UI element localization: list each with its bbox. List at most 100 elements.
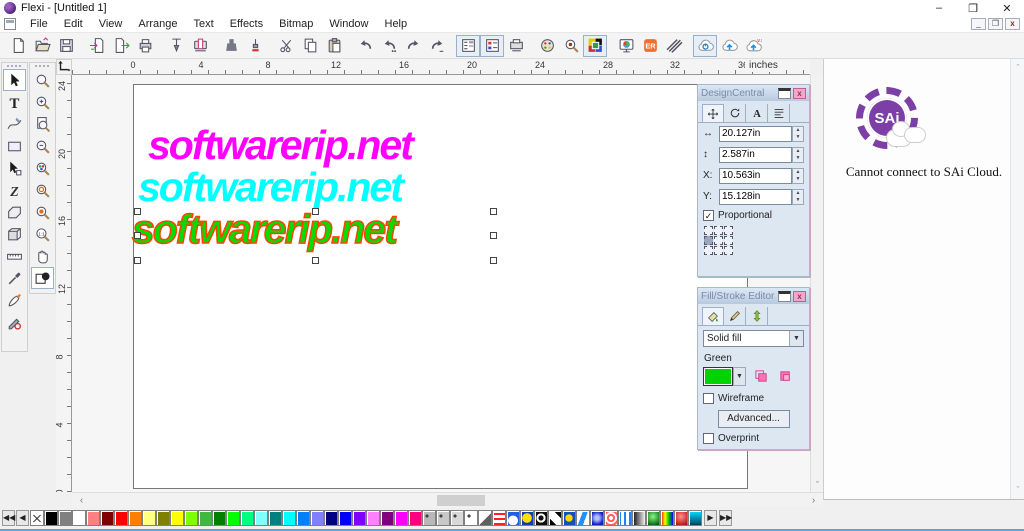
- color-swatch[interactable]: [618, 510, 632, 526]
- selection-handle[interactable]: [134, 208, 141, 215]
- color-swatch[interactable]: [324, 510, 338, 526]
- ref-cell[interactable]: [724, 226, 733, 235]
- panel-close-icon[interactable]: x: [793, 290, 806, 302]
- color-swatch[interactable]: [366, 510, 380, 526]
- selection-handle[interactable]: [490, 208, 497, 215]
- color-swatch[interactable]: [254, 510, 268, 526]
- knife-tool[interactable]: [3, 289, 26, 311]
- height-field-input[interactable]: [719, 146, 792, 163]
- color-swatch[interactable]: [212, 510, 226, 526]
- redo-multiple-icon[interactable]: [425, 35, 449, 57]
- reference-point-grid[interactable]: [704, 226, 803, 255]
- zoom-objects-tool[interactable]: [31, 201, 54, 223]
- dimension-lines-icon[interactable]: [662, 35, 686, 57]
- menu-bitmap[interactable]: Bitmap: [271, 16, 321, 32]
- canvas-text-object[interactable]: softwarerip.net: [138, 164, 404, 211]
- color-swatch[interactable]: [380, 510, 394, 526]
- color-swatch[interactable]: [170, 510, 184, 526]
- advanced-button[interactable]: Advanced...: [717, 410, 790, 428]
- zoom-out-tool[interactable]: [31, 135, 54, 157]
- cloud-version-upload-icon[interactable]: v.s: [741, 35, 765, 57]
- selection-handle[interactable]: [490, 232, 497, 239]
- palette-scroll-left-button[interactable]: ◀: [16, 510, 29, 526]
- menu-file[interactable]: File: [22, 16, 56, 32]
- scrollbar-thumb[interactable]: [437, 495, 485, 506]
- spinner-icon[interactable]: ▲ ▼: [792, 188, 804, 205]
- menu-text[interactable]: Text: [186, 16, 222, 32]
- color-swatch[interactable]: [464, 510, 478, 526]
- shadow-tool[interactable]: [3, 223, 26, 245]
- color-mixer-icon[interactable]: [535, 35, 559, 57]
- y-position-field-input[interactable]: [719, 188, 792, 205]
- swap-fill-stroke-icon[interactable]: [776, 369, 794, 385]
- color-swatch[interactable]: [142, 510, 156, 526]
- open-icon[interactable]: [30, 35, 54, 57]
- fill-color-dropdown-icon[interactable]: ▼: [733, 367, 746, 386]
- color-swatch[interactable]: [86, 510, 100, 526]
- color-swatch[interactable]: [576, 510, 590, 526]
- color-swatch[interactable]: [506, 510, 520, 526]
- color-swatch[interactable]: [268, 510, 282, 526]
- color-swatch[interactable]: [30, 510, 44, 526]
- ref-cell[interactable]: [724, 236, 733, 245]
- color-swatch[interactable]: [394, 510, 408, 526]
- color-swatch[interactable]: [282, 510, 296, 526]
- color-swatch[interactable]: [492, 510, 506, 526]
- width-field[interactable]: ▲▼: [719, 125, 804, 142]
- mdi-restore-button[interactable]: ❐: [988, 18, 1003, 30]
- import-icon[interactable]: [85, 35, 109, 57]
- color-swatch[interactable]: [296, 510, 310, 526]
- ref-cell[interactable]: [704, 246, 713, 255]
- cut-contour-icon[interactable]: [243, 35, 267, 57]
- menu-view[interactable]: View: [91, 16, 131, 32]
- print-icon[interactable]: [133, 35, 157, 57]
- color-swatch[interactable]: [632, 510, 646, 526]
- color-swatch[interactable]: [688, 510, 702, 526]
- color-swatch[interactable]: [100, 510, 114, 526]
- paragraph-tab[interactable]: [768, 104, 790, 122]
- zoom-in-tool[interactable]: [31, 91, 54, 113]
- panel-minimize-icon[interactable]: [778, 87, 791, 99]
- height-field[interactable]: ▲▼: [719, 146, 804, 163]
- checkbox-icon[interactable]: ✓: [703, 210, 714, 221]
- spinner-icon[interactable]: ▲ ▼: [792, 146, 804, 163]
- color-swatch[interactable]: [240, 510, 254, 526]
- point-edit-tool[interactable]: [3, 157, 26, 179]
- color-swatch[interactable]: [534, 510, 548, 526]
- checkbox-icon[interactable]: [703, 393, 714, 404]
- color-swatch[interactable]: [478, 510, 492, 526]
- color-swatch[interactable]: [114, 510, 128, 526]
- close-button[interactable]: ✕: [990, 0, 1024, 16]
- copy-icon[interactable]: [298, 35, 322, 57]
- proportional-checkbox[interactable]: ✓ Proportional: [698, 207, 809, 224]
- zoom-actual-size-tool[interactable]: 1:1: [31, 223, 54, 245]
- cut-icon[interactable]: [274, 35, 298, 57]
- color-swatch[interactable]: [226, 510, 240, 526]
- text-tool[interactable]: T: [3, 91, 26, 113]
- eyedropper-tool[interactable]: [3, 267, 26, 289]
- undo-icon[interactable]: [353, 35, 377, 57]
- canvas-horizontal-scrollbar[interactable]: ‹ ›: [72, 492, 823, 507]
- color-swatch[interactable]: [352, 510, 366, 526]
- spinner-icon[interactable]: ▲ ▼: [792, 125, 804, 142]
- zoom-tool[interactable]: [31, 69, 54, 91]
- color-swatch[interactable]: [660, 510, 674, 526]
- color-swatch[interactable]: [184, 510, 198, 526]
- horizontal-ruler[interactable]: 0 4 8 12 16 20 24 28 32 36: [72, 59, 810, 75]
- scroll-up-icon[interactable]: ˆ: [1011, 61, 1024, 75]
- copy-fill-icon[interactable]: [752, 369, 770, 385]
- ref-cell[interactable]: [724, 246, 733, 255]
- color-swatch[interactable]: [674, 510, 688, 526]
- restore-button[interactable]: ❐: [956, 0, 990, 16]
- save-icon[interactable]: [54, 35, 78, 57]
- color-profiler-icon[interactable]: [614, 35, 638, 57]
- color-swatch[interactable]: [450, 510, 464, 526]
- fill-type-dropdown[interactable]: Solid fill ▼: [703, 330, 804, 347]
- menu-edit[interactable]: Edit: [56, 16, 91, 32]
- menu-effects[interactable]: Effects: [222, 16, 271, 32]
- color-swatch[interactable]: [128, 510, 142, 526]
- width-field-input[interactable]: [719, 125, 792, 142]
- color-specs-icon[interactable]: [559, 35, 583, 57]
- font-tab[interactable]: A: [746, 104, 768, 122]
- color-swatch[interactable]: [408, 510, 422, 526]
